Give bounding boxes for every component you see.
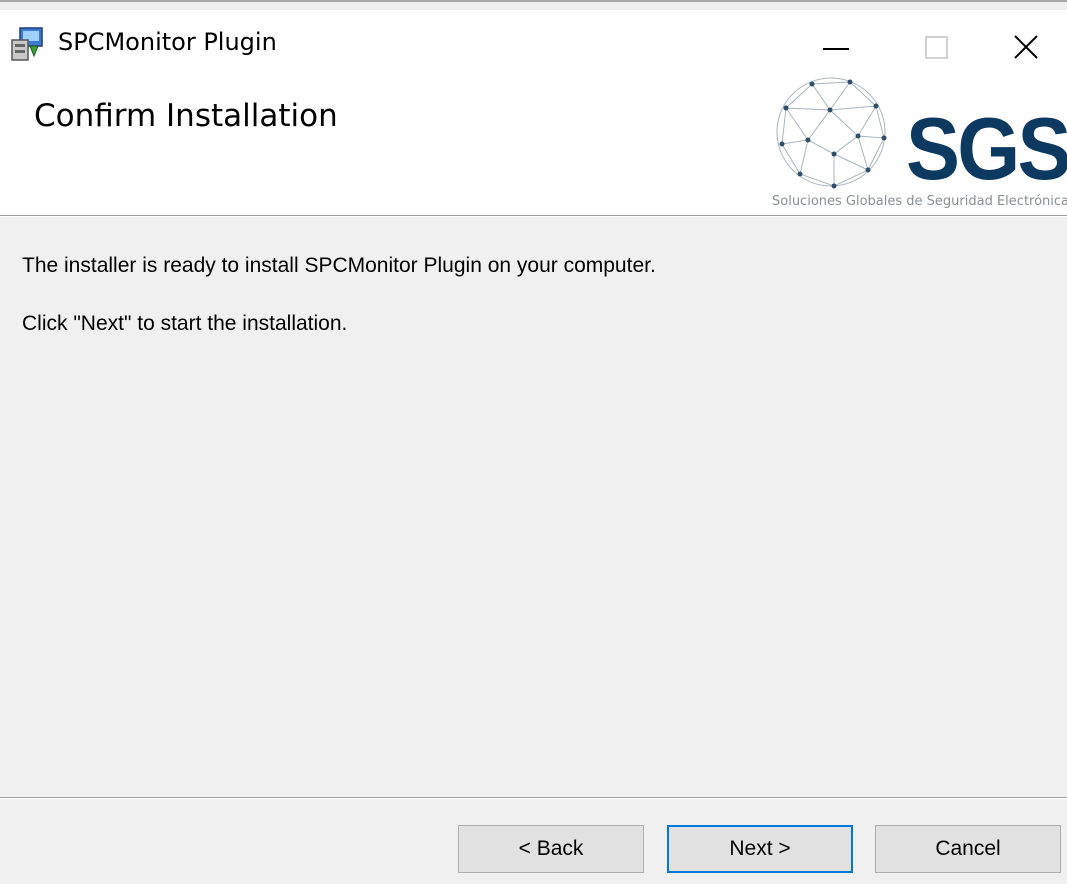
title-bar[interactable]: SPCMonitor Plugin bbox=[0, 10, 1067, 70]
footer-divider bbox=[0, 797, 1067, 799]
header-divider bbox=[0, 215, 1067, 217]
instruction-message: Click "Next" to start the installation. bbox=[22, 312, 348, 335]
installer-window: SPCMonitor Plugin Confirm Installation S… bbox=[0, 0, 1067, 884]
logo-wordmark: SGSE bbox=[906, 99, 1067, 198]
window-title: SPCMonitor Plugin bbox=[58, 28, 277, 56]
logo-tagline: Soluciones Globales de Seguridad Electró… bbox=[772, 194, 1067, 209]
cancel-button[interactable]: Cancel bbox=[875, 825, 1061, 873]
close-button[interactable] bbox=[985, 20, 1067, 70]
minimize-icon bbox=[823, 48, 849, 50]
minimize-button[interactable] bbox=[791, 20, 881, 70]
close-icon bbox=[1014, 35, 1038, 59]
installer-app-icon bbox=[10, 26, 46, 62]
maximize-icon bbox=[925, 36, 948, 59]
next-button[interactable]: Next > bbox=[667, 825, 853, 873]
window-top-edge bbox=[0, 0, 1067, 10]
network-globe-icon bbox=[776, 77, 887, 189]
maximize-button[interactable] bbox=[891, 20, 981, 70]
back-button[interactable]: < Back bbox=[458, 825, 644, 873]
header-banner: Confirm Installation SGS Soluciones Glob… bbox=[0, 70, 1067, 216]
page-title: Confirm Installation bbox=[34, 98, 338, 134]
ready-message: The installer is ready to install SPCMon… bbox=[22, 254, 656, 277]
company-logo: SGSE Soluciones Globales de Seguridad El… bbox=[766, 70, 1067, 216]
